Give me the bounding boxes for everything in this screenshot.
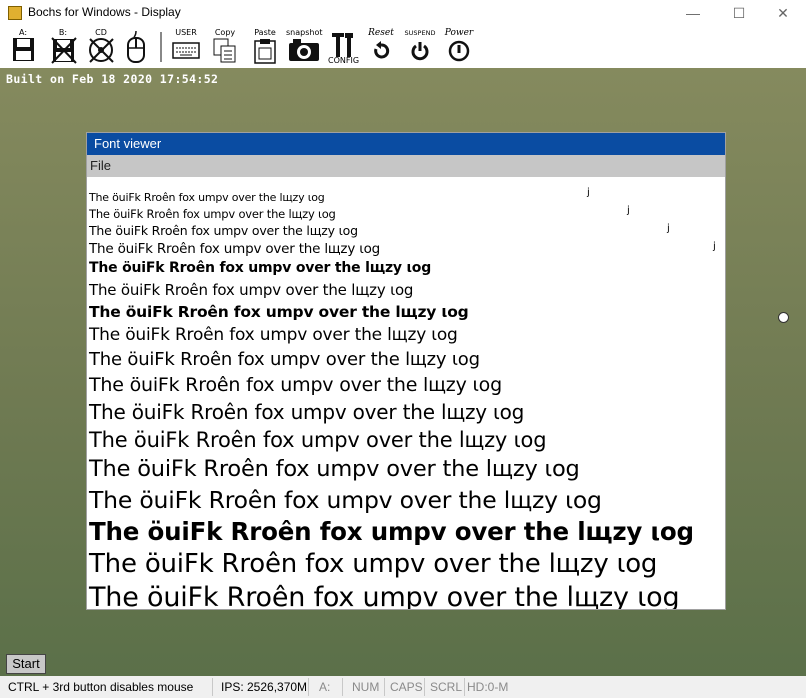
power-icon (448, 40, 470, 62)
status-divider (464, 678, 465, 696)
suspend-button[interactable]: SUSPEND (404, 28, 436, 66)
power-button[interactable]: Power (442, 28, 476, 66)
status-divider (384, 678, 385, 696)
maximize-button[interactable]: ☐ (716, 0, 762, 26)
power-label: Power (444, 28, 474, 38)
font-sample-line: The öuiFk Rroên fox umpv over the lщzy ι… (89, 456, 580, 482)
copy-button[interactable]: Copy (210, 28, 240, 66)
build-date-text: Built on Feb 18 2020 17:54:52 (6, 72, 219, 86)
floppy-a-icon (13, 38, 34, 61)
font-sample-line: The öuiFk Rroên fox umpv over the lщzy ι… (89, 374, 502, 396)
user-button[interactable]: USER (170, 28, 202, 66)
toolbar-separator (160, 32, 162, 62)
cdrom-button[interactable]: CD (86, 28, 116, 66)
start-button[interactable]: Start (6, 654, 46, 674)
stray-glyph: j (627, 205, 630, 216)
stray-glyph: j (667, 223, 670, 234)
font-sample-line: The öuiFk Rroên fox umpv over the lщzy ι… (89, 281, 414, 299)
status-ips: IPS: 2526,370M (221, 680, 308, 694)
reset-button[interactable]: Reset (366, 28, 396, 66)
cdrom-label: CD (95, 28, 107, 37)
font-sample-line: The öuiFk Rroên fox umpv over the lщzy ι… (89, 400, 525, 424)
suspend-label: SUSPEND (404, 29, 436, 37)
font-viewer-window: Font viewer File The öuiFk Rroên fox ump… (86, 132, 726, 610)
paste-clipboard-icon (254, 39, 276, 64)
mouse-cursor (778, 312, 789, 323)
user-label: USER (175, 28, 197, 37)
status-divider (424, 678, 425, 696)
status-caps-lock: CAPS (390, 680, 423, 694)
file-menu[interactable]: File (90, 155, 111, 177)
status-hard-disk: HD:0-M (467, 680, 509, 694)
minimize-button[interactable]: — (670, 0, 716, 26)
font-sample-line: The öuiFk Rroên fox umpv over the lщzy ι… (89, 517, 694, 546)
font-sample-line: The öuiFk Rroên fox umpv over the lщzy ι… (89, 486, 602, 514)
emulator-display[interactable]: Built on Feb 18 2020 17:54:52 Font viewe… (0, 68, 806, 676)
floppy-b-button[interactable]: B: (48, 28, 78, 66)
status-divider (342, 678, 343, 696)
mouse-icon (127, 31, 145, 63)
camera-icon (289, 39, 319, 61)
copy-icon (213, 38, 236, 63)
paste-button[interactable]: Paste (250, 28, 280, 66)
font-viewer-menubar: File (87, 155, 725, 177)
config-tools-icon (332, 33, 353, 57)
config-button[interactable]: CONFIG (328, 28, 360, 66)
font-sample-line: The öuiFk Rroên fox umpv over the lщzy ι… (89, 191, 325, 204)
font-viewer-title[interactable]: Font viewer (87, 133, 725, 155)
snapshot-button[interactable]: snapshot (286, 28, 323, 66)
status-scroll-lock: SCRL (430, 680, 463, 694)
font-sample-line: The öuiFk Rroên fox umpv over the lщzy ι… (89, 260, 432, 276)
snapshot-label: snapshot (286, 28, 323, 37)
window-titlebar: Bochs for Windows - Display — ☐ ✕ (0, 0, 806, 26)
bochs-toolbar: A: B: CD USER Copy Paste snapshot CONFIG… (0, 26, 806, 68)
font-sample-area: The öuiFk Rroên fox umpv over the lщzy ι… (87, 177, 725, 610)
status-num-lock: NUM (352, 680, 380, 694)
mouse-button[interactable] (122, 28, 150, 66)
status-hint: CTRL + 3rd button disables mouse (8, 680, 194, 694)
suspend-power-icon (411, 42, 429, 61)
font-sample-line: The öuiFk Rroên fox umpv over the lщzy ι… (89, 207, 336, 221)
reset-label: Reset (368, 28, 394, 38)
close-button[interactable]: ✕ (760, 0, 806, 26)
window-title: Bochs for Windows - Display (28, 5, 181, 19)
floppy-b-label: B: (58, 28, 68, 37)
paste-label: Paste (254, 28, 276, 37)
font-sample-line: The öuiFk Rroên fox umpv over the lщzy ι… (89, 223, 358, 238)
font-sample-line: The öuiFk Rroên fox umpv over the lщzy ι… (89, 303, 469, 321)
font-sample-line: The öuiFk Rroên fox umpv over the lщzy ι… (89, 325, 458, 345)
cdrom-icon (89, 38, 114, 63)
floppy-a-button[interactable]: A: (8, 28, 38, 66)
font-sample-line: The öuiFk Rroên fox umpv over the lщzy ι… (89, 549, 658, 579)
reset-icon (374, 41, 390, 59)
stray-glyph: j (713, 241, 716, 252)
font-sample-line: The öuiFk Rroên fox umpv over the lщzy ι… (89, 349, 480, 370)
floppy-b-icon (51, 37, 77, 64)
bochs-app-icon (8, 6, 22, 20)
status-divider (308, 678, 309, 696)
stray-glyph: j (587, 187, 590, 198)
status-bar: CTRL + 3rd button disables mouse IPS: 25… (0, 676, 806, 698)
font-sample-line: The öuiFk Rroên fox umpv over the lщzy ι… (89, 241, 380, 257)
status-drive-a: A: (319, 680, 331, 694)
status-divider (212, 678, 213, 696)
floppy-a-label: A: (18, 28, 28, 37)
copy-label: Copy (214, 28, 236, 37)
config-label: CONFIG (328, 56, 360, 65)
keyboard-icon (172, 42, 200, 59)
font-sample-line: The öuiFk Rroên fox umpv over the lщzy ι… (89, 582, 680, 610)
font-sample-line: The öuiFk Rroên fox umpv over the lщzy ι… (89, 428, 547, 452)
